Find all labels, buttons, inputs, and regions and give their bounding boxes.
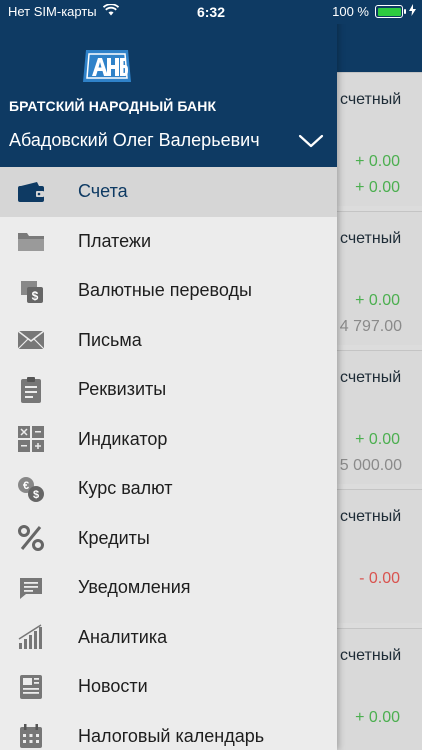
calculator-icon	[16, 424, 46, 454]
menu-item-label: Счета	[78, 181, 128, 202]
currency-transfer-icon: $	[16, 276, 46, 306]
menu-item-label: Индикатор	[78, 428, 168, 449]
battery-icon	[375, 5, 406, 18]
clipboard-icon	[16, 375, 46, 405]
account-title: счетный	[340, 91, 402, 108]
wallet-icon	[16, 177, 46, 207]
account-card[interactable]: счетный + 0.00 5 000.00	[336, 350, 422, 484]
menu-item-label: Аналитика	[78, 626, 168, 647]
account-title: счетный	[340, 508, 402, 525]
menu-item-label: Новости	[78, 676, 148, 697]
menu-item-notifications[interactable]: Уведомления	[0, 563, 337, 613]
menu-item-label: Уведомления	[78, 577, 191, 598]
envelope-icon	[16, 325, 46, 355]
battery-label: 100 %	[332, 4, 369, 19]
svg-text:$: $	[33, 489, 39, 501]
account-title: счетный	[340, 647, 402, 664]
account-value: + 0.00	[355, 179, 400, 196]
menu-item-payments[interactable]: Платежи	[0, 217, 337, 267]
bar-chart-icon	[16, 622, 46, 652]
menu-item-tax-calendar[interactable]: Налоговый календарь	[0, 712, 337, 750]
menu-item-news[interactable]: Новости	[0, 662, 337, 712]
drawer-menu: Счета Платежи $ Валютные переводы Письма…	[0, 167, 337, 750]
account-title: счетный	[340, 230, 402, 247]
menu-item-credits[interactable]: Кредиты	[0, 514, 337, 564]
account-value: + 0.00	[355, 709, 400, 726]
account-value: 4 797.00	[339, 318, 402, 335]
menu-item-indicator[interactable]: Индикатор	[0, 415, 337, 465]
navigation-drawer: БРАТСКИЙ НАРОДНЫЙ БАНК Абадовский Олег В…	[0, 0, 337, 750]
menu-item-label: Платежи	[78, 230, 152, 251]
calendar-icon	[16, 721, 46, 750]
menu-item-exchange-rates[interactable]: € $ Курс валют	[0, 464, 337, 514]
folder-icon	[16, 226, 46, 256]
bank-name: БРАТСКИЙ НАРОДНЫЙ БАНК	[9, 98, 217, 114]
menu-item-accounts[interactable]: Счета	[0, 167, 337, 217]
bank-logo	[83, 50, 131, 82]
menu-item-label: Курс валют	[78, 478, 173, 499]
status-bar: Нет SIM-карты 6:32 100 %	[0, 0, 422, 24]
account-card[interactable]: счетный + 0.00 + 0.00	[336, 72, 422, 206]
accounts-list: счетный + 0.00 + 0.00 счетный + 0.00 4 7…	[336, 72, 422, 750]
message-icon	[16, 573, 46, 603]
account-card[interactable]: счетный + 0.00 4 797.00	[336, 211, 422, 345]
account-value: + 0.00	[355, 431, 400, 448]
menu-item-analytics[interactable]: Аналитика	[0, 613, 337, 663]
percent-icon	[16, 523, 46, 553]
account-value: 5 000.00	[339, 457, 402, 474]
account-value: - 0.00	[359, 570, 400, 587]
svg-text:$: $	[32, 289, 39, 303]
account-value: + 0.00	[355, 292, 400, 309]
account-card[interactable]: счетный - 0.00	[336, 489, 422, 623]
menu-item-label: Валютные переводы	[78, 280, 252, 301]
menu-item-label: Реквизиты	[78, 379, 167, 400]
svg-text:€: €	[23, 480, 29, 492]
user-name[interactable]: Абадовский Олег Валерьевич	[9, 130, 260, 151]
menu-item-label: Письма	[78, 329, 142, 350]
charging-icon	[409, 4, 416, 19]
menu-item-label: Налоговый календарь	[78, 725, 265, 746]
chevron-down-icon[interactable]	[298, 134, 324, 148]
menu-item-label: Кредиты	[78, 527, 150, 548]
account-title: счетный	[340, 369, 402, 386]
drawer-header: БРАТСКИЙ НАРОДНЫЙ БАНК Абадовский Олег В…	[0, 24, 337, 167]
menu-item-requisites[interactable]: Реквизиты	[0, 365, 337, 415]
newspaper-icon	[16, 672, 46, 702]
account-value: + 0.00	[355, 153, 400, 170]
account-card[interactable]: счетный + 0.00	[336, 628, 422, 750]
menu-item-letters[interactable]: Письма	[0, 316, 337, 366]
exchange-rate-icon: € $	[16, 474, 46, 504]
menu-item-currency-transfers[interactable]: $ Валютные переводы	[0, 266, 337, 316]
